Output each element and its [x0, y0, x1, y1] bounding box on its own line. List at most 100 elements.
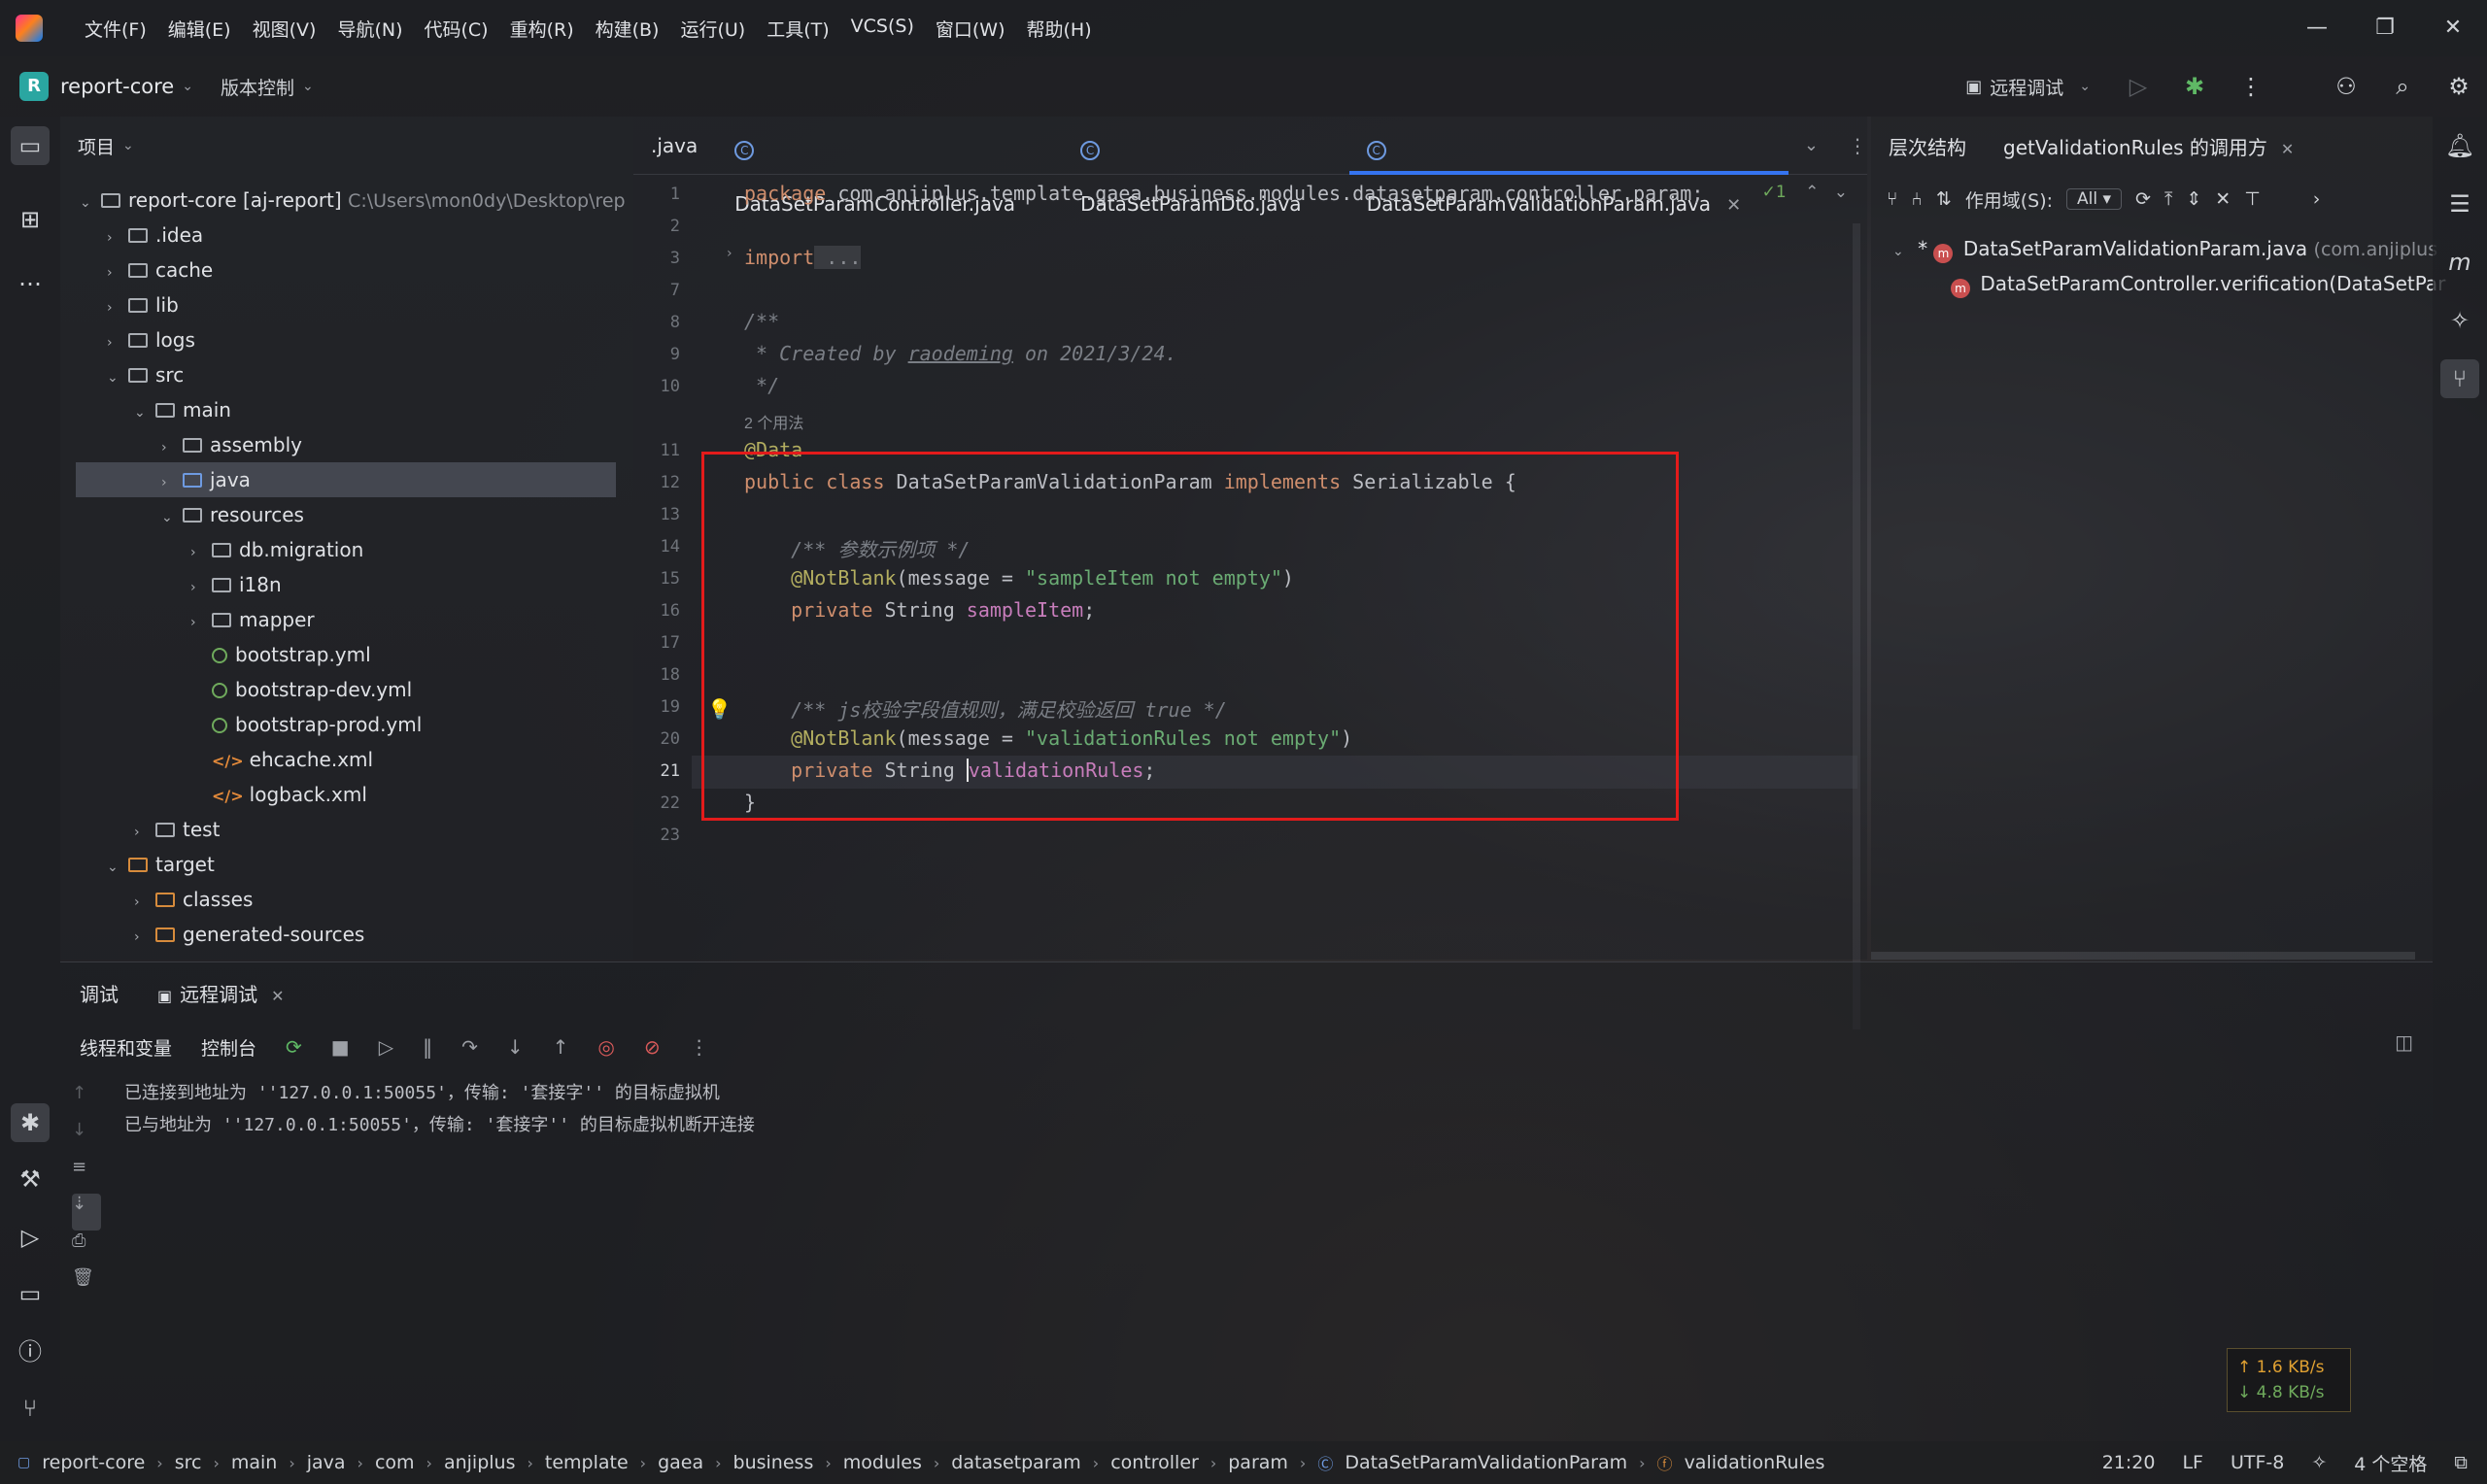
services-play-icon[interactable]: ▷ [11, 1218, 50, 1257]
maximize-button[interactable]: ❐ [2351, 0, 2419, 56]
pause-icon[interactable]: ‖ [423, 1035, 432, 1059]
tabs-overflow-chevron-icon[interactable]: ⌄ [1804, 135, 1819, 155]
step-into-icon[interactable]: ↓ [507, 1035, 524, 1059]
terminal-icon[interactable]: ▭ [11, 1274, 50, 1313]
read-only-toggle-icon[interactable]: ⧉ [2454, 1452, 2468, 1473]
tab-datasetparamdto[interactable]: CDataSetParamDto.java [1063, 117, 1349, 216]
more-tools-icon[interactable]: … [11, 258, 50, 297]
tree-item-logs[interactable]: › logs [107, 322, 195, 357]
close-window-button[interactable]: ✕ [2419, 0, 2487, 56]
tree-item-bootstrap-prod-yml[interactable]: bootstrap-prod.yml [208, 707, 422, 742]
sort-alpha-icon[interactable]: ⇅ [1936, 188, 1952, 210]
menu-window[interactable]: 窗口(W) [925, 16, 1016, 42]
menu-code[interactable]: 代码(C) [413, 16, 498, 42]
notifications-bell-icon[interactable]: 🔔︎ [2440, 126, 2479, 165]
tree-item-bootstrap-dev-yml[interactable]: bootstrap-dev.yml [208, 672, 412, 707]
threads-variables-tab[interactable]: 线程和变量 [80, 1034, 172, 1061]
breadcrumb-item[interactable]: DataSetParamValidationParam [1345, 1452, 1627, 1473]
structure-icon[interactable]: ⊞ [11, 200, 50, 239]
run-configuration-selector[interactable]: ▣ 远程调试 ⌄ [1965, 74, 2091, 100]
project-panel-header[interactable]: 项目 ⌄ [60, 117, 633, 175]
tabs-more-icon[interactable]: ⋮ [1848, 134, 1867, 157]
search-icon[interactable]: ⌕ [2374, 73, 2431, 100]
breadcrumb-item[interactable]: param [1228, 1452, 1288, 1473]
inspection-widget[interactable]: ✓1 ⌃ ⌄ [1762, 183, 1848, 202]
chevron-down-icon[interactable]: ⌄ [1834, 183, 1848, 202]
tree-item-ehcache-xml[interactable]: </> ehcache.xml [208, 742, 373, 777]
tree-item-generated-sources[interactable]: › generated-sources [134, 917, 364, 952]
menu-vcs[interactable]: VCS(S) [840, 16, 925, 42]
tree-item-cache[interactable]: › cache [107, 253, 213, 287]
debug-tool-icon[interactable]: ✱ [11, 1103, 50, 1142]
code-package-line[interactable]: package com.anjiplus.template.gaea.busin… [744, 182, 1703, 205]
indent-setting[interactable]: 4 个空格 [2354, 1450, 2427, 1476]
tree-item-test[interactable]: › test [134, 812, 220, 847]
hierarchy-child[interactable]: m DataSetParamController.verification(Da… [1951, 266, 2445, 301]
mute-breakpoints-icon[interactable]: ⊘ [644, 1035, 661, 1059]
database-icon[interactable]: ☰ [2440, 185, 2479, 223]
tree-item-src[interactable]: ⌄ src [107, 357, 184, 392]
menu-refactor[interactable]: 重构(R) [499, 16, 585, 42]
breadcrumb-item[interactable]: gaea [658, 1452, 703, 1473]
breadcrumb-item[interactable]: validationRules [1685, 1452, 1825, 1473]
git-branch-icon[interactable]: ⑂ [11, 1389, 50, 1428]
rerun-icon[interactable]: ⟳ [286, 1035, 302, 1059]
caller-hierarchy-icon[interactable]: ⑂ [1887, 188, 1897, 210]
maven-icon[interactable]: m [2440, 243, 2479, 282]
tree-item-main[interactable]: ⌄ main [134, 392, 231, 427]
breadcrumb-item[interactable]: com [375, 1452, 415, 1473]
add-user-icon[interactable]: ⚇ [2318, 73, 2374, 100]
tab-datasetparamvalidationparam[interactable]: CDataSetParamValidationParam.java ✕ [1348, 117, 1789, 216]
tab-java-partial[interactable]: .java [633, 117, 717, 175]
tree-item-db-migration[interactable]: › db.migration [190, 532, 363, 567]
breadcrumb-item[interactable]: java [307, 1452, 346, 1473]
export-icon[interactable]: ⤒ [2164, 188, 2172, 210]
menu-run[interactable]: 运行(U) [669, 16, 756, 42]
debug-bug-icon[interactable]: ✱ [2166, 73, 2223, 100]
line-separator[interactable]: LF [2182, 1452, 2203, 1473]
breadcrumb-item[interactable]: template [545, 1452, 629, 1473]
close-tab-icon[interactable]: ✕ [271, 987, 284, 1005]
usages-hint[interactable]: 2 个用法 [744, 410, 803, 433]
tree-item-resources[interactable]: ⌄ resources [161, 497, 304, 532]
up-arrow-icon[interactable]: ↑ [72, 1083, 101, 1120]
tab-callers[interactable]: getValidationRules 的调用方 ✕ [2003, 132, 2294, 160]
soft-wrap-icon[interactable]: ≡ [72, 1157, 101, 1194]
menu-file[interactable]: 文件(F) [74, 16, 157, 42]
layout-icon[interactable]: ◫ [2395, 1030, 2413, 1054]
close-tab-icon[interactable]: ✕ [1726, 195, 1741, 216]
tree-item-assembly[interactable]: › assembly [161, 427, 302, 462]
chevron-up-icon[interactable]: ⌃ [1805, 183, 1819, 202]
tree-item-java[interactable]: › java [76, 462, 616, 497]
ai-status-icon[interactable]: ✧ [2311, 1452, 2327, 1473]
fold-chevron-icon[interactable]: › [727, 246, 732, 261]
more-actions-icon[interactable]: ⋮ [2223, 73, 2279, 100]
console-tab[interactable]: 控制台 [201, 1034, 256, 1061]
stop-icon[interactable]: ■ [331, 1035, 350, 1059]
print-icon[interactable]: ⎙ [72, 1231, 101, 1267]
breadcrumb-item[interactable]: modules [843, 1452, 922, 1473]
problems-icon[interactable]: ⓘ [11, 1332, 50, 1371]
collapse-all-icon[interactable]: ✕ [2215, 188, 2231, 210]
breadcrumb-item[interactable]: anjiplus [444, 1452, 516, 1473]
view-breakpoints-icon[interactable]: ◎ [597, 1035, 614, 1059]
caret-position[interactable]: 21:20 [2102, 1452, 2156, 1473]
editor-scrollbar[interactable] [1853, 223, 1860, 1029]
tab-debug[interactable]: 调试 [80, 979, 119, 1007]
scroll-to-end-icon[interactable]: ⇣ [72, 1194, 101, 1231]
breadcrumb-item[interactable]: datasetparam [951, 1452, 1081, 1473]
tree-root[interactable]: ⌄ report-core [aj-report] C:\Users\mon0dy… [80, 183, 626, 218]
project-switcher[interactable]: report-core [60, 75, 174, 98]
tree-item-bootstrap-yml[interactable]: bootstrap.yml [208, 637, 371, 672]
breadcrumb-item[interactable]: controller [1110, 1452, 1199, 1473]
project-folder-icon[interactable]: ▭ [11, 126, 50, 165]
expand-all-icon[interactable]: ⇕ [2186, 188, 2201, 210]
run-icon[interactable]: ▷ [2110, 73, 2166, 100]
menu-view[interactable]: 视图(V) [242, 16, 327, 42]
tree-item-idea[interactable]: › .idea [107, 218, 203, 253]
breadcrumb-item[interactable]: report-core [42, 1452, 145, 1473]
more-icon[interactable]: ⋮ [690, 1035, 709, 1059]
menu-tools[interactable]: 工具(T) [756, 16, 839, 42]
breadcrumb-item[interactable]: business [733, 1452, 814, 1473]
code-import-line[interactable]: import ... [744, 246, 862, 269]
